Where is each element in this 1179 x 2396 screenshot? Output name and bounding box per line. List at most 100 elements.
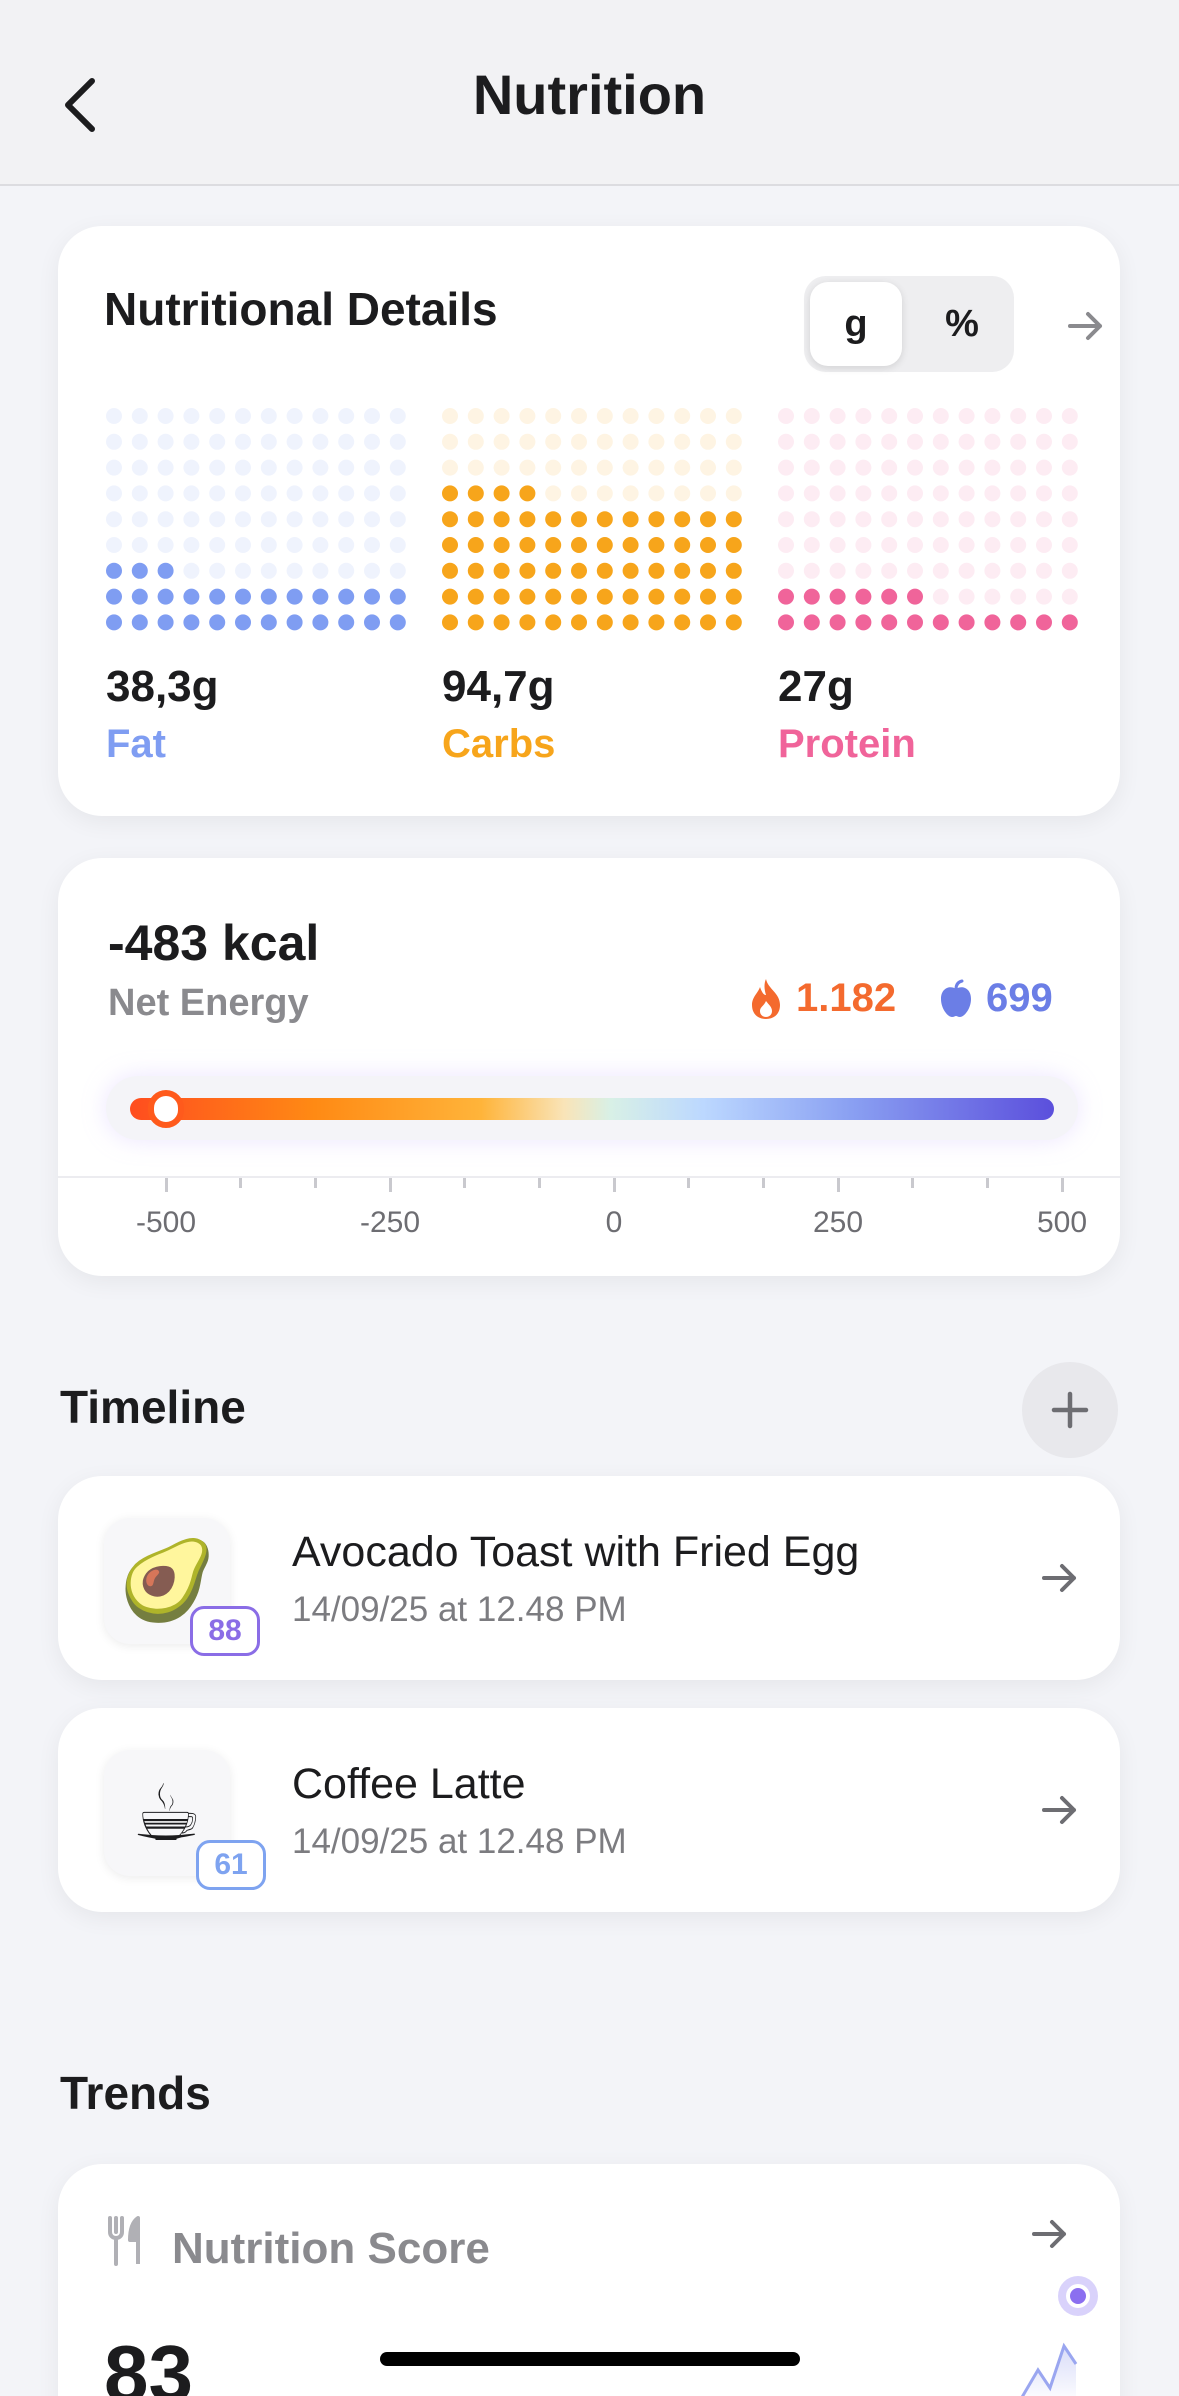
- fat-label: Fat: [106, 722, 166, 766]
- dot-empty: [648, 459, 665, 476]
- dot-filled: [493, 614, 510, 631]
- dot-empty: [958, 459, 975, 476]
- dot-filled: [674, 511, 691, 528]
- dot-empty: [209, 562, 226, 579]
- meal-arrow[interactable]: [1032, 1550, 1088, 1606]
- dot-empty: [778, 562, 794, 579]
- dot-empty: [1036, 433, 1052, 450]
- dot-empty: [131, 408, 148, 424]
- fat-dot-grid: [106, 408, 406, 631]
- dot-filled: [442, 537, 458, 553]
- dot-filled: [622, 511, 639, 528]
- dot-filled: [571, 511, 587, 528]
- dot-empty: [778, 459, 794, 476]
- energy-axis: [58, 1176, 1120, 1178]
- dot-empty: [958, 588, 975, 605]
- dot-empty: [286, 511, 303, 528]
- dot-empty: [338, 562, 355, 579]
- details-arrow-button[interactable]: [1058, 298, 1114, 354]
- unit-option-percent[interactable]: %: [916, 282, 1008, 366]
- dot-empty: [131, 459, 148, 476]
- dot-filled: [338, 614, 355, 631]
- dot-filled: [545, 562, 562, 579]
- dot-filled: [157, 614, 174, 631]
- dot-filled: [648, 511, 665, 528]
- dot-filled: [338, 588, 355, 605]
- dot-filled: [907, 588, 923, 605]
- dot-empty: [907, 459, 923, 476]
- dot-empty: [958, 408, 975, 424]
- dot-filled: [545, 588, 562, 605]
- meal-item[interactable]: ☕ 61 Coffee Latte 14/09/25 at 12.48 PM: [58, 1708, 1120, 1912]
- calories-eaten: 699: [938, 976, 1053, 1021]
- dot-empty: [1036, 537, 1052, 553]
- carbs-value: 94,7g: [442, 662, 555, 711]
- dot-empty: [338, 459, 355, 476]
- dot-empty: [442, 408, 458, 424]
- dot-empty: [286, 485, 303, 502]
- dot-empty: [286, 433, 303, 450]
- dot-empty: [596, 408, 613, 424]
- dot-filled: [467, 562, 484, 579]
- plus-icon: [1051, 1391, 1089, 1429]
- net-energy-card[interactable]: -483 kcal Net Energy 1.182 699 -500 -250 0…: [58, 858, 1120, 1276]
- dot-filled: [700, 511, 716, 528]
- dot-empty: [1010, 433, 1027, 450]
- dot-empty: [235, 485, 251, 502]
- dot-empty: [932, 511, 949, 528]
- dot-empty: [725, 459, 742, 476]
- dot-empty: [1010, 537, 1027, 553]
- unit-option-grams[interactable]: g: [810, 282, 902, 366]
- unit-toggle[interactable]: g %: [804, 276, 1014, 372]
- dot-empty: [803, 537, 820, 553]
- meal-score-badge: 88: [190, 1606, 260, 1656]
- dot-empty: [1036, 408, 1052, 424]
- meal-time: 14/09/25 at 12.48 PM: [292, 1822, 627, 1861]
- meal-item[interactable]: 🥑 88 Avocado Toast with Fried Egg 14/09/…: [58, 1476, 1120, 1680]
- dot-empty: [467, 459, 484, 476]
- dot-empty: [364, 408, 380, 424]
- dot-empty: [1061, 511, 1078, 528]
- dot-empty: [1036, 459, 1052, 476]
- dot-filled: [467, 511, 484, 528]
- dot-empty: [984, 408, 1001, 424]
- dot-empty: [389, 433, 406, 450]
- dot-filled: [700, 614, 716, 631]
- dot-empty: [364, 537, 380, 553]
- tick-label: 0: [605, 1206, 623, 1239]
- dot-empty: [157, 408, 174, 424]
- dot-filled: [596, 562, 613, 579]
- dot-filled: [596, 537, 613, 553]
- dot-empty: [622, 459, 639, 476]
- calories-burned-value: 1.182: [796, 976, 897, 1020]
- nutrition-score-title: Nutrition Score: [172, 2224, 490, 2273]
- add-meal-button[interactable]: [1022, 1362, 1118, 1458]
- dot-filled: [545, 511, 562, 528]
- minor-tick: [239, 1178, 243, 1188]
- dot-empty: [1010, 588, 1027, 605]
- dot-filled: [829, 614, 846, 631]
- dot-empty: [493, 459, 510, 476]
- meal-arrow[interactable]: [1032, 1782, 1088, 1838]
- dot-empty: [881, 537, 898, 553]
- dot-empty: [622, 485, 639, 502]
- dot-empty: [286, 408, 303, 424]
- dot-filled: [260, 614, 277, 631]
- dot-empty: [545, 433, 562, 450]
- home-indicator[interactable]: [380, 2352, 800, 2366]
- dot-empty: [725, 408, 742, 424]
- dot-empty: [803, 562, 820, 579]
- dot-empty: [1061, 588, 1078, 605]
- dot-filled: [571, 614, 587, 631]
- protein-value: 27g: [778, 662, 854, 711]
- dot-empty: [235, 459, 251, 476]
- dot-empty: [984, 485, 1001, 502]
- dot-filled: [106, 562, 122, 579]
- dot-empty: [364, 562, 380, 579]
- dot-empty: [286, 537, 303, 553]
- dot-empty: [389, 408, 406, 424]
- trend-arrow[interactable]: [1022, 2206, 1078, 2262]
- dot-empty: [829, 562, 846, 579]
- dot-filled: [493, 485, 510, 502]
- dot-empty: [260, 433, 277, 450]
